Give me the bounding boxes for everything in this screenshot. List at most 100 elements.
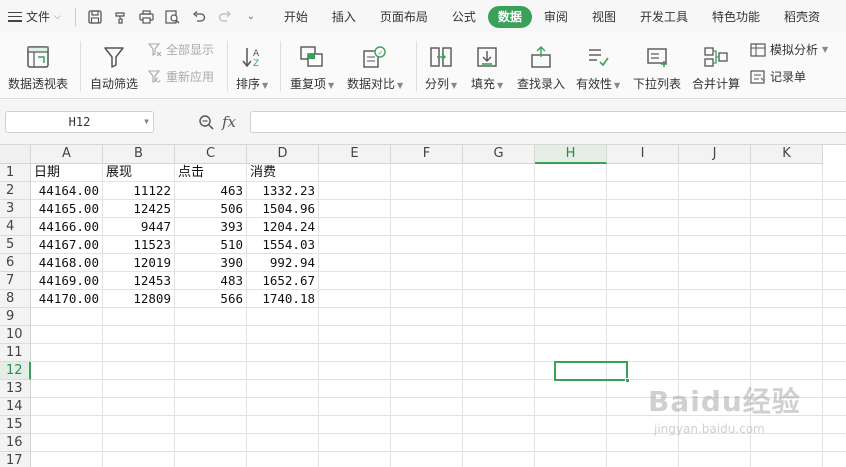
row-header-4[interactable]: 4	[0, 218, 31, 236]
cell-c7[interactable]: 483	[175, 272, 246, 290]
column-header-j[interactable]: J	[679, 145, 751, 164]
cell-c6[interactable]: 390	[175, 254, 246, 272]
cell-a2[interactable]: 44164.00	[31, 182, 102, 200]
header-cell-a1[interactable]: 日期	[31, 164, 103, 182]
compare-button[interactable]: ✓ 数据对比 ▼	[347, 39, 403, 92]
dropdown-list-button[interactable]: 下拉列表	[633, 39, 681, 92]
tab-developer[interactable]: 开发工具	[628, 6, 700, 28]
column-header-f[interactable]: F	[391, 145, 463, 164]
tab-home[interactable]: 开始	[272, 6, 320, 28]
column-header-a[interactable]: A	[31, 145, 103, 164]
cell-b6[interactable]: 12019	[103, 254, 174, 272]
cell-d4[interactable]: 1204.24	[247, 218, 318, 236]
tab-review[interactable]: 审阅	[532, 6, 580, 28]
what-if-analysis-button[interactable]: 模拟分析 ▼	[750, 41, 828, 58]
autofilter-button[interactable]: 自动筛选	[90, 39, 138, 92]
row-header-1[interactable]: 1	[0, 164, 31, 182]
formula-input[interactable]	[250, 111, 846, 133]
column-header-g[interactable]: G	[463, 145, 535, 164]
row-header-17[interactable]: 17	[0, 452, 31, 467]
zoom-icon[interactable]	[198, 114, 214, 130]
cell-a6[interactable]: 44168.00	[31, 254, 102, 272]
tab-special-features[interactable]: 特色功能	[700, 6, 772, 28]
tab-docer[interactable]: 稻壳资	[772, 6, 832, 28]
row-header-2[interactable]: 2	[0, 182, 31, 200]
column-header-i[interactable]: I	[607, 145, 679, 164]
header-cell-c1[interactable]: 点击	[175, 164, 247, 182]
file-menu-button[interactable]: 文件 ⌵	[8, 8, 69, 25]
column-header-k[interactable]: K	[751, 145, 823, 164]
record-form-button[interactable]: 记录单	[750, 68, 806, 85]
tab-formulas[interactable]: 公式	[440, 6, 488, 28]
tab-insert[interactable]: 插入	[320, 6, 368, 28]
fill-button[interactable]: 填充 ▼	[471, 39, 503, 92]
cell-d6[interactable]: 992.94	[247, 254, 318, 272]
select-all-corner[interactable]	[0, 145, 31, 164]
print-preview-button[interactable]	[160, 4, 186, 30]
name-box[interactable]: H12 ▼	[5, 111, 154, 133]
pivot-table-button[interactable]: 数据透视表	[8, 39, 68, 92]
cell-a5[interactable]: 44167.00	[31, 236, 102, 254]
lookup-entry-button[interactable]: 查找录入	[517, 39, 565, 92]
cell-c4[interactable]: 393	[175, 218, 246, 236]
cell-b5[interactable]: 11523	[103, 236, 174, 254]
cell-a3[interactable]: 44165.00	[31, 200, 102, 218]
cell-b2[interactable]: 11122	[103, 182, 174, 200]
row-header-11[interactable]: 11	[0, 344, 31, 362]
header-cell-d1[interactable]: 消费	[247, 164, 319, 182]
cell-d3[interactable]: 1504.96	[247, 200, 318, 218]
row-header-6[interactable]: 6	[0, 254, 31, 272]
row-header-7[interactable]: 7	[0, 272, 31, 290]
row-header-3[interactable]: 3	[0, 200, 31, 218]
quick-access-more-button[interactable]: ⌄	[238, 4, 264, 30]
active-cell-selection[interactable]	[554, 361, 630, 383]
sort-button[interactable]: AZ 排序 ▼	[236, 39, 268, 92]
split-columns-button[interactable]: 分列 ▼	[425, 39, 457, 92]
cell-b8[interactable]: 12809	[103, 290, 174, 308]
row-header-9[interactable]: 9	[0, 308, 31, 326]
duplicates-button[interactable]: 重复项 ▼	[290, 39, 334, 92]
column-header-d[interactable]: D	[247, 145, 319, 164]
row-header-16[interactable]: 16	[0, 434, 31, 452]
column-header-h[interactable]: H	[535, 145, 607, 164]
undo-button[interactable]	[186, 4, 212, 30]
cell-c2[interactable]: 463	[175, 182, 246, 200]
tab-data[interactable]: 数据	[487, 5, 532, 28]
row-header-8[interactable]: 8	[0, 290, 31, 308]
reapply-button[interactable]: 重新应用	[148, 68, 214, 85]
consolidate-button[interactable]: 合并计算	[692, 39, 740, 92]
print-button[interactable]	[134, 4, 160, 30]
row-header-14[interactable]: 14	[0, 398, 31, 416]
header-cell-b1[interactable]: 展现	[103, 164, 175, 182]
show-all-button[interactable]: 全部显示	[148, 41, 214, 58]
tab-view[interactable]: 视图	[580, 6, 628, 28]
validity-button[interactable]: 有效性 ▼	[576, 39, 620, 92]
cell-d8[interactable]: 1740.18	[247, 290, 318, 308]
column-header-e[interactable]: E	[319, 145, 391, 164]
row-header-12[interactable]: 12	[0, 362, 31, 380]
insert-function-button[interactable]: fx	[222, 113, 236, 131]
row-header-15[interactable]: 15	[0, 416, 31, 434]
row-header-13[interactable]: 13	[0, 380, 31, 398]
cell-a8[interactable]: 44170.00	[31, 290, 102, 308]
row-header-5[interactable]: 5	[0, 236, 31, 254]
row-header-10[interactable]: 10	[0, 326, 31, 344]
cell-d5[interactable]: 1554.03	[247, 236, 318, 254]
save-button[interactable]	[82, 4, 108, 30]
cell-c5[interactable]: 510	[175, 236, 246, 254]
cell-b7[interactable]: 12453	[103, 272, 174, 290]
cell-b4[interactable]: 9447	[103, 218, 174, 236]
cell-c8[interactable]: 566	[175, 290, 246, 308]
cell-a4[interactable]: 44166.00	[31, 218, 102, 236]
redo-button[interactable]	[212, 4, 238, 30]
column-header-b[interactable]: B	[103, 145, 175, 164]
tab-page-layout[interactable]: 页面布局	[368, 6, 440, 28]
cell-a7[interactable]: 44169.00	[31, 272, 102, 290]
cell-d7[interactable]: 1652.67	[247, 272, 318, 290]
format-painter-button[interactable]	[108, 4, 134, 30]
cell-b3[interactable]: 12425	[103, 200, 174, 218]
column-header-c[interactable]: C	[175, 145, 247, 164]
cell-c3[interactable]: 506	[175, 200, 246, 218]
fill-handle[interactable]	[625, 378, 630, 383]
cell-d2[interactable]: 1332.23	[247, 182, 318, 200]
